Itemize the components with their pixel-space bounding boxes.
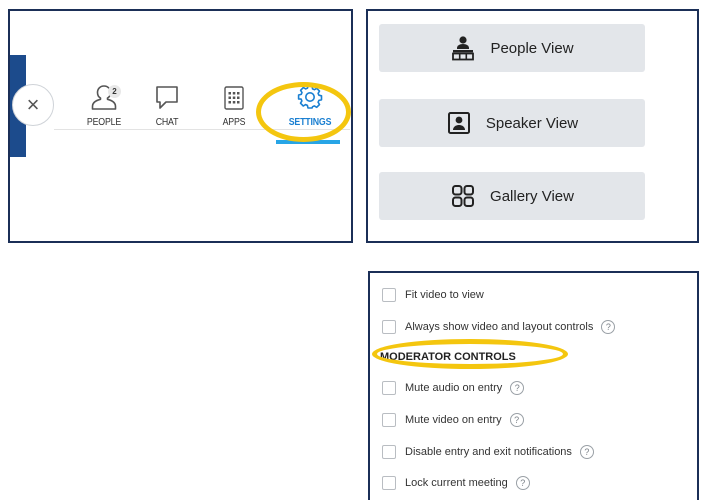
tab-chat-label: CHAT [155, 117, 179, 128]
mute-video-option: Mute video on entry ? [382, 411, 524, 429]
help-icon[interactable]: ? [510, 381, 525, 395]
chat-icon [156, 86, 178, 109]
close-button[interactable]: × [12, 84, 54, 126]
moderator-controls-heading: MODERATOR CONTROLS [380, 351, 516, 363]
help-icon[interactable]: ? [601, 320, 616, 334]
speaker-view-button[interactable]: Speaker View [379, 99, 645, 147]
view-options-panel: People View Speaker View Gallery View [366, 9, 699, 243]
mute-audio-label: Mute audio on entry [405, 382, 503, 394]
disable-notifications-checkbox[interactable] [382, 445, 396, 459]
lock-meeting-label: Lock current meeting [405, 477, 508, 489]
tab-chat[interactable]: CHAT [137, 83, 197, 129]
always-show-controls-option: Always show video and layout controls ? [382, 318, 616, 336]
mute-audio-option: Mute audio on entry ? [382, 379, 525, 397]
people-view-label: People View [490, 39, 574, 57]
help-icon[interactable]: ? [515, 476, 530, 490]
mute-video-checkbox[interactable] [382, 413, 396, 427]
tab-people-label: PEOPLE [86, 117, 122, 128]
people-view-button[interactable]: People View [379, 24, 645, 72]
help-icon[interactable]: ? [509, 413, 524, 427]
always-show-controls-checkbox[interactable] [382, 320, 396, 334]
gallery-view-icon [452, 185, 475, 207]
tab-settings-label: SETTINGS [288, 117, 332, 128]
tab-apps-label: APPS [222, 117, 246, 128]
disable-notifications-option: Disable entry and exit notifications ? [382, 443, 594, 461]
tab-people[interactable]: 2 PEOPLE [74, 83, 134, 129]
toolbar-panel: × 2 PEOPLE CHAT APPS SETTINGS [8, 9, 353, 243]
help-icon[interactable]: ? [579, 445, 594, 459]
fit-video-label: Fit video to view [405, 289, 484, 301]
disable-notifications-label: Disable entry and exit notifications [405, 446, 572, 458]
speaker-view-label: Speaker View [485, 114, 579, 132]
tab-settings[interactable]: SETTINGS [278, 83, 342, 129]
lock-meeting-option: Lock current meeting ? [382, 474, 530, 492]
speaker-view-icon [447, 112, 470, 134]
mute-audio-checkbox[interactable] [382, 381, 396, 395]
gallery-view-button[interactable]: Gallery View [379, 172, 645, 220]
people-view-icon [452, 36, 475, 61]
active-tab-indicator [276, 140, 340, 144]
lock-meeting-checkbox[interactable] [382, 476, 396, 490]
people-count-badge: 2 [108, 85, 121, 98]
fit-video-checkbox[interactable] [382, 288, 396, 302]
tab-apps[interactable]: APPS [204, 83, 264, 129]
gallery-view-label: Gallery View [490, 187, 574, 205]
always-show-controls-label: Always show video and layout controls [405, 321, 594, 333]
fit-video-option: Fit video to view [382, 286, 484, 304]
settings-panel: Fit video to view Always show video and … [368, 271, 699, 500]
apps-icon [224, 86, 244, 110]
mute-video-label: Mute video on entry [405, 414, 502, 426]
toolbar-divider [54, 129, 350, 130]
close-icon: × [26, 92, 40, 117]
gear-icon [297, 85, 323, 109]
